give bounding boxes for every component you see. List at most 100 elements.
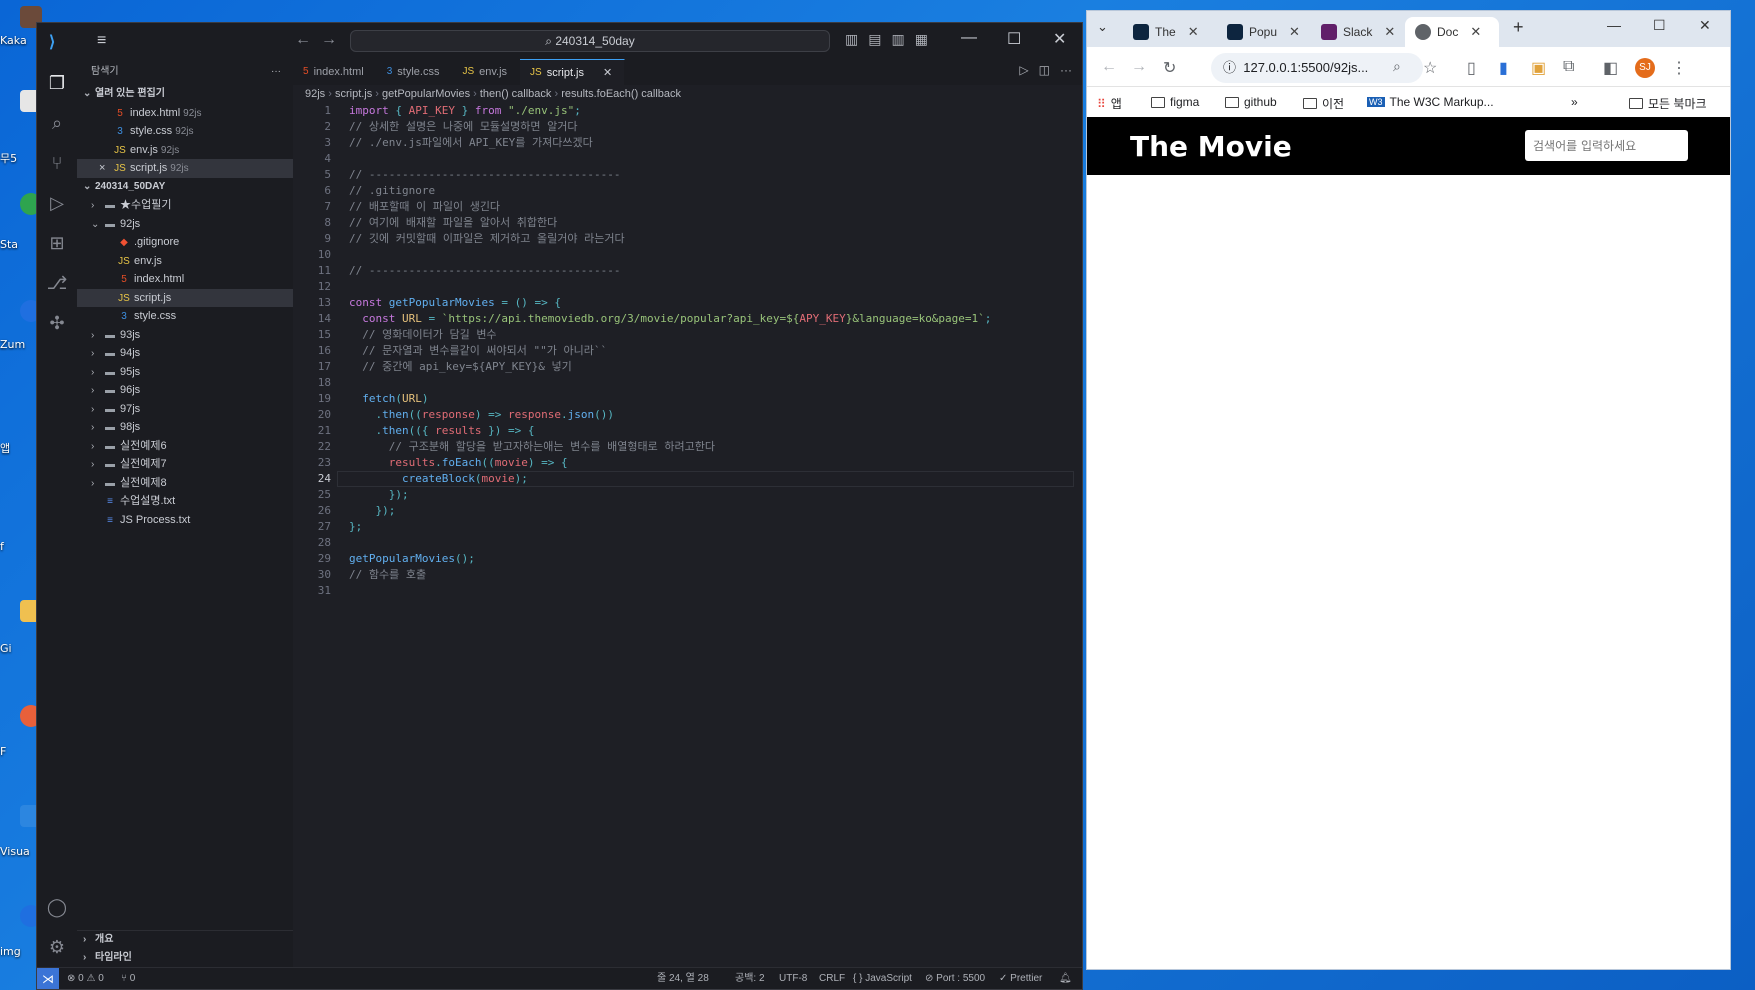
tab-search-icon[interactable]: ⌄ (1097, 19, 1108, 35)
bookmark-figma[interactable]: figma (1151, 95, 1199, 109)
encoding-status[interactable]: UTF-8 (779, 968, 807, 990)
address-bar[interactable]: ⓘ 127.0.0.1:5500/92js... (1211, 53, 1423, 83)
tree-folder[interactable]: › ▬ ★수업필기 (77, 196, 293, 215)
bookmark-all[interactable]: 모든 북마크 (1629, 95, 1707, 112)
cursor-position[interactable]: 줄 24, 열 28 (657, 968, 709, 990)
open-editor-item[interactable]: 3 style.css 92js (77, 122, 293, 141)
prettier-status[interactable]: ✓ Prettier (999, 968, 1042, 990)
toggle-sidebar-icon[interactable]: ▥ (845, 31, 858, 48)
indentation-status[interactable]: 공백: 2 (735, 968, 765, 990)
breadcrumb-item[interactable]: script.js (335, 88, 372, 100)
tree-folder[interactable]: › ▬ 97js (77, 400, 293, 419)
command-center-search[interactable]: ⌕ 240314_50day (350, 30, 830, 52)
run-debug-icon[interactable]: ▷ (45, 191, 69, 215)
settings-gear-icon[interactable]: ⚙ (45, 935, 69, 959)
close-icon[interactable]: × (99, 159, 113, 178)
tree-file[interactable]: ◆ .gitignore (77, 233, 293, 252)
problems-status[interactable]: ⊗ 0 ⚠ 0 (67, 968, 104, 990)
tree-folder[interactable]: › ▬ 실전예제6 (77, 437, 293, 456)
code-editor[interactable]: 1 import { API_KEY } from "./env.js"; 2 // … (293, 103, 1082, 967)
bookmark-w3c[interactable]: W3 The W3C Markup... (1367, 95, 1494, 109)
open-editor-item[interactable]: 5 index.html 92js (77, 104, 293, 123)
tab-close-icon[interactable]: ✕ (1384, 24, 1395, 40)
tree-folder[interactable]: › ▬ 96js (77, 381, 293, 400)
open-editor-item[interactable]: × JS script.js 92js (77, 159, 293, 178)
tree-file[interactable]: ≡ 수업설명.txt (77, 492, 293, 511)
tab-close-icon[interactable]: ✕ (1470, 24, 1481, 40)
tab-js[interactable]: JS script.js ✕ (520, 59, 626, 86)
language-mode[interactable]: { } JavaScript (853, 968, 912, 990)
tree-folder[interactable]: › ▬ 98js (77, 418, 293, 437)
tree-folder[interactable]: › ▬ 94js (77, 344, 293, 363)
browser-tab[interactable]: Slack ✕ (1311, 17, 1405, 47)
tab-close-icon[interactable]: ✕ (1188, 24, 1199, 40)
split-editor-icon[interactable]: ◫ (1039, 63, 1050, 77)
git-graph-icon[interactable]: ⎇ (45, 271, 69, 295)
tab-close-icon[interactable]: ✕ (603, 60, 612, 86)
chrome-menu-icon[interactable]: ⋮ (1671, 58, 1687, 78)
tree-file[interactable]: JS env.js (77, 252, 293, 271)
tree-folder[interactable]: › ▬ 95js (77, 363, 293, 382)
more-actions-icon[interactable]: ··· (271, 59, 281, 85)
close-icon[interactable]: ✕ (1699, 17, 1711, 34)
customize-layout-icon[interactable]: ▦ (915, 31, 928, 48)
remote-indicator-icon[interactable]: ⋊ (37, 968, 59, 989)
eol-status[interactable]: CRLF (819, 968, 845, 990)
tree-file[interactable]: 3 style.css (77, 307, 293, 326)
menu-icon[interactable]: ≡ (97, 32, 106, 50)
tab-html[interactable]: 5 index.html (293, 59, 377, 85)
breadcrumb-item[interactable]: results.foEach() callback (561, 88, 681, 100)
breadcrumb-item[interactable]: 92js (305, 88, 325, 100)
movie-search-input[interactable] (1525, 130, 1688, 161)
back-icon[interactable]: ← (1101, 58, 1117, 76)
ports-status[interactable]: ⑂ 0 (121, 968, 135, 990)
workspace-section[interactable]: ⌄ 240314_50DAY (77, 178, 293, 197)
bookmark-github[interactable]: github (1225, 95, 1277, 109)
explorer-icon[interactable]: ❐ (45, 71, 69, 95)
more-icon[interactable]: ··· (1060, 63, 1072, 77)
tree-folder[interactable]: ⌄ ▬ 92js (77, 215, 293, 234)
extension-icon[interactable]: ▣ (1531, 58, 1546, 78)
notifications-bell-icon[interactable]: 🔔︎ (1059, 968, 1072, 990)
tree-file[interactable]: JS script.js (77, 288, 293, 307)
tree-folder[interactable]: › ▬ 실전예제7 (77, 455, 293, 474)
breadcrumb-item[interactable]: getPopularMovies (382, 88, 470, 100)
extension-icon[interactable]: ▯ (1467, 58, 1476, 78)
bookmark-star-icon[interactable]: ☆ (1423, 58, 1437, 78)
bookmark-previous[interactable]: 이전 (1303, 95, 1344, 112)
extensions-icon[interactable]: ⊞ (45, 231, 69, 255)
live-server-port[interactable]: ⊘ Port : 5500 (925, 968, 985, 990)
browser-tab-active[interactable]: Doc ✕ (1405, 17, 1499, 47)
tab-close-icon[interactable]: ✕ (1289, 24, 1300, 40)
tree-folder[interactable]: › ▬ 실전예제8 (77, 474, 293, 493)
forward-icon[interactable]: → (1131, 58, 1147, 76)
open-editors-section[interactable]: ⌄ 열려 있는 편집기 (77, 85, 293, 104)
tree-folder[interactable]: › ▬ 93js (77, 326, 293, 345)
open-editor-item[interactable]: JS env.js 92js (77, 141, 293, 160)
extensions-puzzle-icon[interactable]: ⧉ (1563, 58, 1574, 76)
bookmarks-overflow-icon[interactable]: » (1571, 95, 1578, 109)
minimize-icon[interactable]: — (1607, 17, 1621, 33)
profile-avatar[interactable]: SJ (1635, 58, 1655, 78)
maximize-icon[interactable]: ☐ (1653, 17, 1666, 34)
toggle-secondary-sidebar-icon[interactable]: ▥ (891, 31, 904, 48)
side-panel-icon[interactable]: ◧ (1603, 58, 1618, 78)
account-icon[interactable]: ◯ (45, 895, 69, 919)
tree-file[interactable]: 5 index.html (77, 270, 293, 289)
timeline-section[interactable]: › 타임라인 (77, 949, 293, 968)
tab-css[interactable]: 3 style.css (377, 59, 453, 85)
minimize-icon[interactable]: — (961, 29, 977, 47)
remote-icon[interactable]: ✣ (45, 311, 69, 335)
toggle-panel-icon[interactable]: ▤ (868, 31, 881, 48)
reload-icon[interactable]: ↻ (1163, 58, 1176, 78)
run-icon[interactable]: ▷ (1019, 63, 1028, 77)
bookmark-apps[interactable]: ⠿ 앱 (1097, 95, 1122, 112)
site-info-icon[interactable]: ⓘ (1223, 60, 1236, 75)
nav-forward-icon[interactable]: → (321, 31, 337, 49)
zoom-icon[interactable]: ⌕ (1393, 58, 1401, 75)
outline-section[interactable]: › 개요 (77, 930, 293, 949)
tab-js[interactable]: JS env.js (452, 59, 521, 85)
close-icon[interactable]: ✕ (1053, 29, 1066, 49)
new-tab-icon[interactable]: + (1513, 17, 1524, 38)
extension-icon[interactable]: ▮ (1499, 58, 1508, 78)
